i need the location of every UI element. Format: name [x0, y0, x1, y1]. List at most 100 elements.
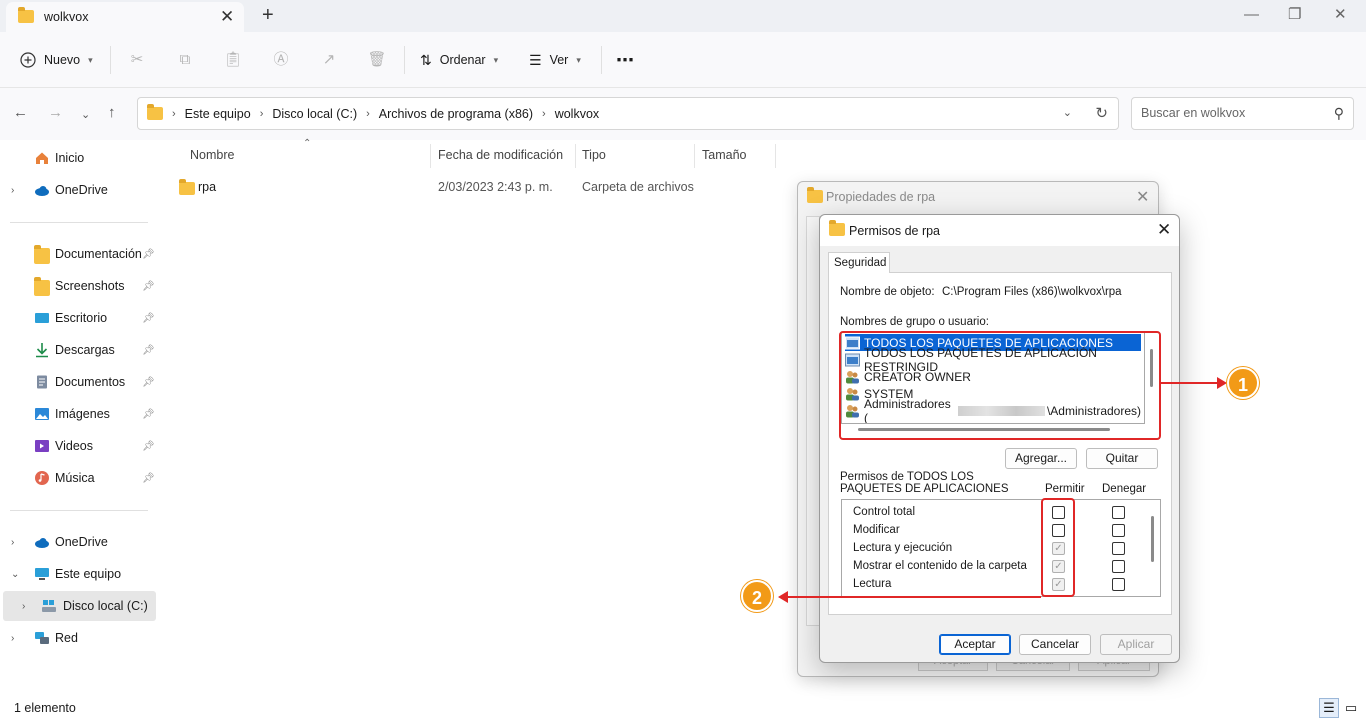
object-name-value: C:\Program Files (x86)\wolkvox\rpa [942, 286, 1122, 298]
chevron-right-icon[interactable]: › [22, 601, 25, 612]
breadcrumb-local-disk[interactable]: Disco local (C:) [272, 107, 357, 121]
deny-checkbox[interactable] [1112, 524, 1125, 537]
chevron-right-icon[interactable]: › [11, 185, 14, 196]
sidebar-item-videos[interactable]: Videos 📌︎ [0, 431, 158, 461]
chevron-right-icon[interactable]: › [11, 633, 14, 644]
ok-button[interactable]: Aceptar [939, 634, 1011, 655]
address-bar[interactable]: › Este equipo › Disco local (C:) › Archi… [137, 97, 1119, 130]
sidebar-item-documentacion[interactable]: Documentación 📌︎ [0, 239, 158, 269]
view-button[interactable]: ☰ Ver ▾ [529, 32, 581, 88]
breadcrumb-chevron-icon: › [542, 107, 546, 120]
sidebar-item-screenshots[interactable]: Screenshots 📌︎ [0, 271, 158, 301]
permission-row: Lectura y ejecución ✓ [853, 539, 1153, 557]
permission-name: Control total [853, 506, 916, 518]
breadcrumb-wolkvox[interactable]: wolkvox [555, 107, 599, 121]
copy-icon[interactable]: ⧉ [175, 50, 195, 70]
search-input[interactable]: Buscar en wolkvox ⚲ [1131, 97, 1354, 130]
chevron-right-icon[interactable]: › [11, 537, 14, 548]
computer-icon [35, 568, 49, 580]
maximize-button[interactable]: ❐ [1288, 5, 1301, 25]
column-divider[interactable] [694, 144, 695, 168]
sidebar-item-documentos[interactable]: Documentos 📌︎ [0, 367, 158, 397]
annotation-arrow-2 [788, 596, 1041, 598]
tiles-view-icon[interactable]: ▭ [1341, 698, 1361, 718]
column-divider[interactable] [430, 144, 431, 168]
dialog-titlebar: Permisos de rpa ✕ [820, 215, 1179, 246]
cancel-button[interactable]: Cancelar [1019, 634, 1091, 655]
breadcrumb-program-files[interactable]: Archivos de programa (x86) [379, 107, 533, 121]
close-window-button[interactable]: ✕ [1334, 5, 1347, 25]
toolbar-divider [404, 46, 405, 74]
deny-checkbox[interactable] [1112, 506, 1125, 519]
sidebar-item-descargas[interactable]: Descargas 📌︎ [0, 335, 158, 365]
permissions-scrollbar[interactable] [1151, 516, 1154, 562]
close-icon[interactable]: ✕ [1157, 220, 1171, 240]
column-divider[interactable] [775, 144, 776, 168]
permission-name: Mostrar el contenido de la carpeta [853, 560, 1027, 572]
new-tab-icon[interactable]: + [262, 4, 274, 26]
column-header-modified[interactable]: Fecha de modificación [438, 148, 563, 162]
sidebar-item-onedrive-2[interactable]: › OneDrive [0, 527, 158, 557]
delete-icon[interactable]: 🗑︎ [367, 50, 387, 70]
deny-checkbox[interactable] [1112, 542, 1125, 555]
add-button[interactable]: Agregar... [1005, 448, 1077, 469]
column-divider[interactable] [575, 144, 576, 168]
sidebar-item-this-pc[interactable]: ⌄ Este equipo [0, 559, 158, 589]
sidebar-item-escritorio[interactable]: Escritorio 📌︎ [0, 303, 158, 333]
sidebar-item-imagenes[interactable]: Imágenes 📌︎ [0, 399, 158, 429]
column-header-size[interactable]: Tamaño [702, 148, 746, 162]
refresh-icon[interactable]: ↻ [1095, 104, 1108, 122]
rename-icon[interactable]: Ⓐ [271, 50, 291, 70]
column-header-name[interactable]: Nombre [190, 148, 234, 162]
chevron-down-icon[interactable]: ⌄ [11, 569, 19, 580]
deny-column-header: Denegar [1102, 483, 1147, 495]
pin-icon: 📌︎ [142, 248, 155, 260]
navigation-row: ← → ⌄ ↑ › Este equipo › Disco local (C:)… [0, 88, 1366, 140]
cloud-icon [35, 186, 49, 196]
forward-arrow-icon[interactable]: → [48, 103, 63, 123]
sort-button-label: Ordenar [439, 53, 486, 67]
pin-icon: 📌︎ [142, 440, 155, 452]
toolbar-divider [110, 46, 111, 74]
deny-checkbox[interactable] [1112, 560, 1125, 573]
pin-icon: 📌︎ [142, 376, 155, 388]
sidebar-item-musica[interactable]: Música 📌︎ [0, 463, 158, 493]
navigation-pane: Inicio › OneDrive Documentación 📌︎ Scree… [0, 140, 158, 696]
file-type: Carpeta de archivos [582, 180, 694, 194]
breadcrumb-this-pc[interactable]: Este equipo [185, 107, 251, 121]
tab-title: wolkvox [44, 10, 89, 24]
sidebar-item-network[interactable]: › Red [0, 623, 158, 653]
paste-icon[interactable]: 📋︎ [223, 50, 243, 70]
close-icon[interactable]: ✕ [1136, 187, 1149, 207]
pin-icon: 📌︎ [142, 344, 155, 356]
permission-name: Lectura [853, 578, 892, 590]
cut-icon[interactable]: ✂ [127, 50, 147, 70]
sidebar-item-label: Inicio [55, 151, 85, 165]
details-view-icon[interactable]: ☰ [1319, 698, 1339, 718]
deny-checkbox[interactable] [1112, 578, 1125, 591]
more-options-button[interactable]: ⋯ [616, 32, 634, 88]
recent-locations-chevron-icon[interactable]: ⌄ [81, 105, 90, 125]
permission-name: Lectura y ejecución [853, 542, 953, 554]
column-header-type[interactable]: Tipo [582, 148, 606, 162]
up-arrow-icon[interactable]: ↑ [108, 103, 116, 123]
drive-icon [42, 600, 56, 612]
apply-button[interactable]: Aplicar [1100, 634, 1172, 655]
back-arrow-icon[interactable]: ← [13, 103, 28, 123]
new-button-label: Nuevo [44, 53, 81, 67]
new-button[interactable]: Nuevo ▾ [20, 32, 93, 88]
sidebar-item-local-disk[interactable]: › Disco local (C:) [3, 591, 156, 621]
plus-circle-icon [20, 52, 36, 68]
sidebar-item-onedrive[interactable]: › OneDrive [0, 175, 158, 205]
minimize-button[interactable]: — [1244, 5, 1259, 25]
sidebar-item-home[interactable]: Inicio [0, 143, 158, 173]
close-tab-icon[interactable]: ✕ [220, 7, 234, 27]
window-tab[interactable]: wolkvox ✕ [6, 2, 244, 32]
tab-security[interactable]: Seguridad [828, 252, 890, 273]
file-name[interactable]: rpa [198, 180, 216, 194]
document-icon [37, 375, 47, 389]
sort-button[interactable]: ⇅ Ordenar ▾ [420, 32, 498, 88]
share-icon[interactable]: ↗ [319, 50, 339, 70]
remove-button[interactable]: Quitar [1086, 448, 1158, 469]
address-dropdown-icon[interactable]: ⌄ [1063, 106, 1072, 119]
